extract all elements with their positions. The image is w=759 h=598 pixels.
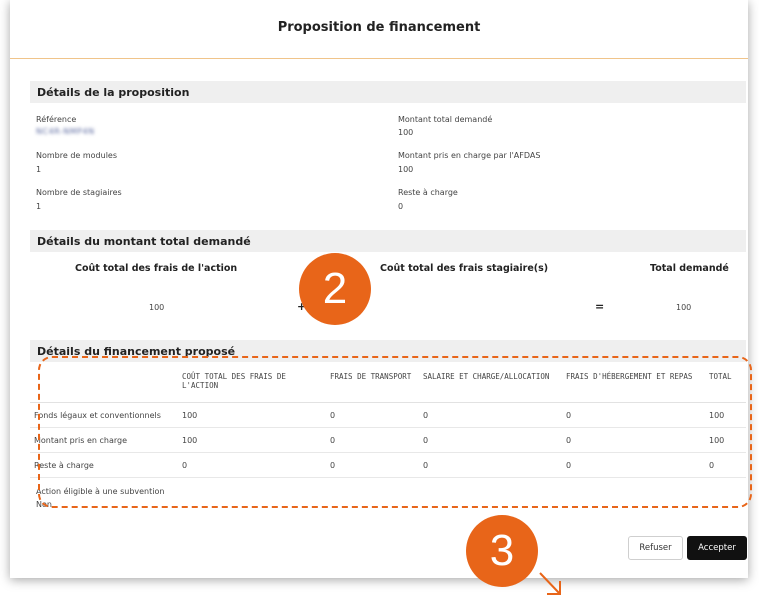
- total-requested-value: 100: [398, 128, 414, 137]
- table-cell: Reste à charge: [30, 452, 178, 478]
- column-header: SALAIRE ET CHARGE/ALLOCATION: [419, 370, 562, 403]
- modal-header: Proposition de financement: [10, 0, 748, 59]
- equals-sign: =: [595, 300, 605, 313]
- total-requested-heading: Total demandé: [650, 263, 729, 274]
- table-cell: 0: [326, 402, 419, 428]
- table-cell: 100: [705, 427, 746, 453]
- funding-proposal-modal: Proposition de financement Détails de la…: [10, 0, 748, 578]
- section-financing-heading: Détails du financement proposé: [30, 340, 746, 362]
- table-cell: 0: [419, 402, 562, 428]
- action-cost-value: 100: [149, 303, 165, 312]
- section-amount-heading: Détails du montant total demandé: [30, 230, 746, 252]
- table-row: Reste à charge 0 0 0 0 0: [30, 452, 746, 478]
- table-cell: 0: [705, 452, 746, 478]
- table-cell: 0: [178, 452, 326, 478]
- table-header-row: COÛT TOTAL DES FRAIS DE L'ACTION FRAIS D…: [30, 370, 746, 403]
- accept-button[interactable]: Accepter: [687, 536, 747, 560]
- subsidy-value: Non: [36, 500, 52, 509]
- subsidy-label: Action éligible à une subvention: [36, 487, 165, 496]
- annotation-badge-3: 3: [466, 515, 538, 587]
- total-requested-amount: 100: [676, 303, 692, 312]
- table-cell: 0: [562, 427, 705, 453]
- table-row: Fonds légaux et conventionnels 100 0 0 0…: [30, 402, 746, 428]
- column-header: FRAIS DE TRANSPORT: [326, 370, 419, 403]
- trainees-value: 1: [36, 202, 42, 211]
- modal-title: Proposition de financement: [277, 19, 481, 35]
- table-cell: 0: [419, 427, 562, 453]
- financing-table: COÛT TOTAL DES FRAIS DE L'ACTION FRAIS D…: [30, 370, 746, 478]
- column-header: COÛT TOTAL DES FRAIS DE L'ACTION: [178, 370, 326, 403]
- table-cell: 100: [705, 402, 746, 428]
- table-cell: Fonds légaux et conventionnels: [30, 402, 178, 428]
- reference-label: Référence: [36, 115, 77, 124]
- refuse-button[interactable]: Refuser: [628, 536, 683, 560]
- table-cell: 0: [326, 427, 419, 453]
- table-cell: Montant pris en charge: [30, 427, 178, 453]
- table-cell: 0: [419, 452, 562, 478]
- column-header: TOTAL: [705, 370, 746, 403]
- column-header: [30, 370, 178, 403]
- table-row: Montant pris en charge 100 0 0 0 100: [30, 427, 746, 453]
- afdas-amount-value: 100: [398, 165, 414, 174]
- table-cell: 0: [562, 452, 705, 478]
- modules-label: Nombre de modules: [36, 151, 118, 160]
- remaining-value: 0: [398, 202, 404, 211]
- trainee-cost-heading: Coût total des frais stagiaire(s): [380, 263, 549, 274]
- reference-value: NC4R-NMP4N: [36, 127, 95, 136]
- table-cell: 0: [326, 452, 419, 478]
- total-requested-label: Montant total demandé: [398, 115, 493, 124]
- trainees-label: Nombre de stagiaires: [36, 188, 122, 197]
- table-cell: 100: [178, 402, 326, 428]
- section-details-heading: Détails de la proposition: [30, 81, 746, 103]
- table-cell: 0: [562, 402, 705, 428]
- annotation-badge-2: 2: [299, 253, 371, 325]
- afdas-amount-label: Montant pris en charge par l'AFDAS: [398, 151, 541, 160]
- table-cell: 100: [178, 427, 326, 453]
- action-cost-heading: Coût total des frais de l'action: [75, 263, 238, 274]
- modules-value: 1: [36, 165, 42, 174]
- column-header: FRAIS D'HÉBERGEMENT ET REPAS: [562, 370, 705, 403]
- remaining-label: Reste à charge: [398, 188, 458, 197]
